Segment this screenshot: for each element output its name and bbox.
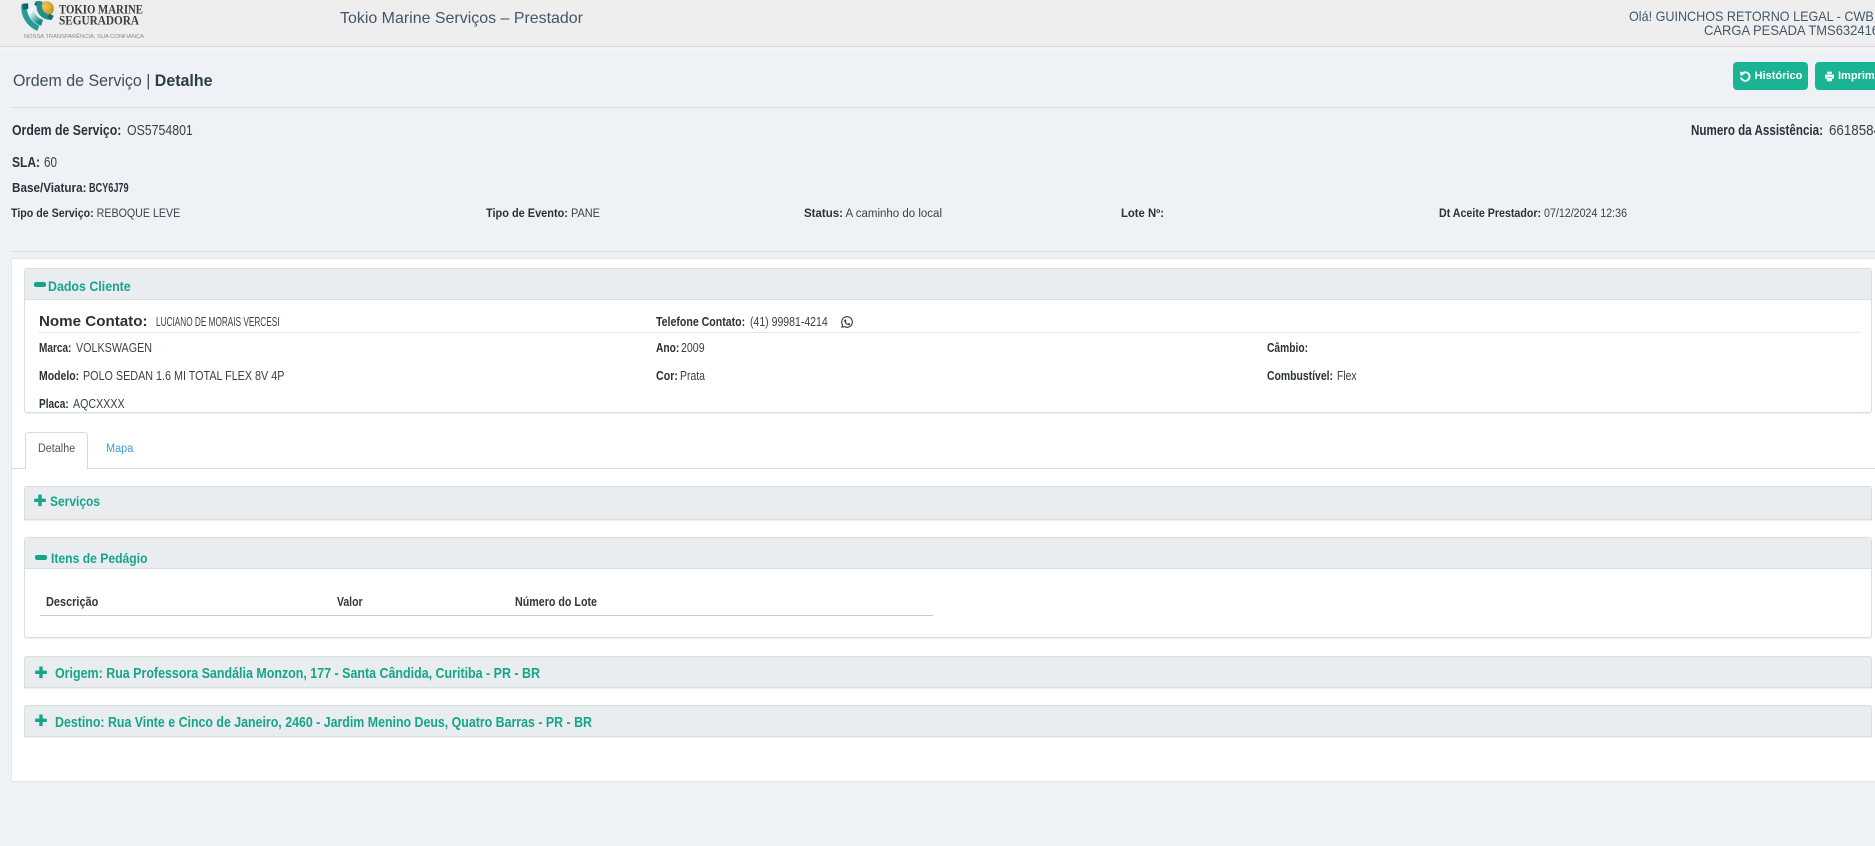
svg-text:SEGURADORA: SEGURADORA	[59, 14, 139, 28]
svg-text:NOSSA TRANSPARÊNCIA, SUA CONFI: NOSSA TRANSPARÊNCIA, SUA CONFIANÇA	[24, 32, 144, 40]
